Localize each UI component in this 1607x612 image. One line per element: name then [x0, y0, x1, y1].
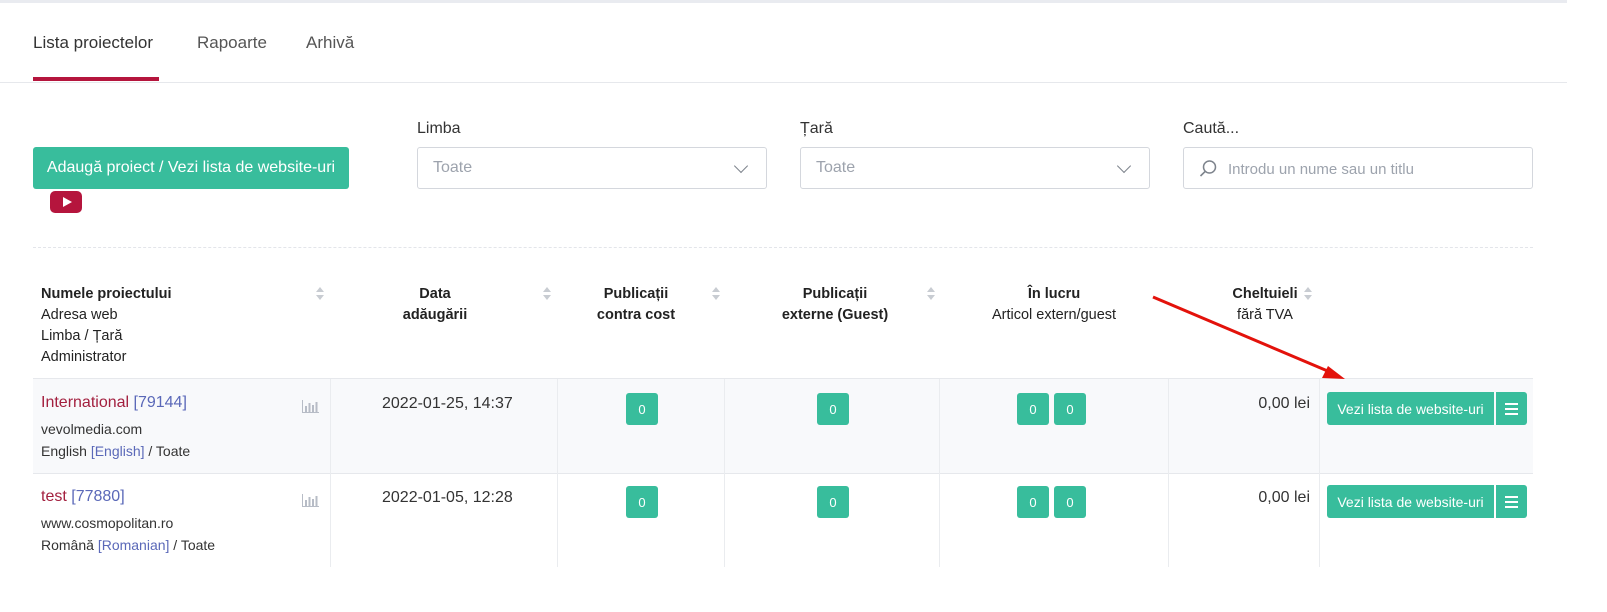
tab-project-list[interactable]: Lista proiectelor: [33, 33, 153, 53]
filter-separator: [33, 247, 1533, 248]
country-select-value: Toate: [816, 159, 856, 176]
inwork-badge[interactable]: 0: [1017, 393, 1049, 425]
header-project-admin: Administrator: [41, 349, 127, 365]
column-divider: [557, 379, 558, 567]
header-guest-line2: externe (Guest): [781, 307, 889, 323]
header-inwork-line2: Articol extern/guest: [991, 307, 1117, 323]
project-name-link[interactable]: International: [41, 394, 129, 411]
row-menu-button[interactable]: [1496, 485, 1527, 518]
column-divider: [939, 379, 940, 567]
project-language-name: English: [41, 443, 87, 459]
header-date-line2: adăugării: [402, 307, 468, 323]
header-project-name: Numele proiectului: [41, 286, 172, 302]
view-websites-button[interactable]: Vezi lista de website-uri: [1327, 485, 1494, 518]
menu-icon: [1505, 403, 1518, 405]
table-row-project-title[interactable]: International [79144]: [41, 394, 187, 412]
header-costs-line2: fără TVA: [1237, 307, 1293, 323]
inwork-guest-badge[interactable]: 0: [1054, 393, 1086, 425]
row-menu-button[interactable]: [1496, 392, 1527, 425]
play-triangle: [62, 197, 72, 207]
project-id-link[interactable]: [79144]: [134, 394, 187, 411]
header-paid-line1: Publicații: [603, 286, 669, 302]
column-divider: [1319, 379, 1320, 567]
view-websites-button[interactable]: Vezi lista de website-uri: [1327, 392, 1494, 425]
menu-icon: [1505, 413, 1518, 415]
header-paid: Publicații contra cost: [566, 284, 706, 326]
paid-publications-badge[interactable]: 0: [626, 393, 658, 425]
search-field: [1183, 147, 1533, 189]
inwork-badge[interactable]: 0: [1017, 486, 1049, 518]
header-project: Numele proiectului Adresa web Limba / Ța…: [41, 284, 172, 368]
guest-publications-badge[interactable]: 0: [817, 486, 849, 518]
menu-icon: [1505, 408, 1518, 410]
header-date-line1: Data: [419, 286, 451, 302]
chevron-down-icon: [733, 158, 749, 174]
project-costs: 0,00 lei: [1258, 395, 1310, 412]
tab-reports[interactable]: Rapoarte: [197, 33, 267, 53]
country-filter-label: Țară: [800, 120, 833, 137]
header-project-lang: Limba / Țară: [41, 328, 123, 344]
project-name-link[interactable]: test: [41, 488, 67, 505]
project-language-bracket: [English]: [90, 443, 145, 459]
project-date: 2022-01-05, 12:28: [382, 489, 513, 506]
search-input[interactable]: [1226, 157, 1520, 181]
column-divider: [330, 379, 331, 567]
table-row-divider: [33, 473, 1533, 474]
header-project-url: Adresa web: [41, 307, 118, 323]
bar-chart-icon[interactable]: [302, 494, 319, 507]
project-language: Română [Romanian] / Toate: [41, 537, 215, 553]
country-select[interactable]: Toate: [800, 147, 1150, 189]
sort-icon[interactable]: [316, 287, 324, 300]
search-icon: [1199, 160, 1217, 177]
language-filter-label: Limba: [417, 120, 461, 137]
guest-publications-badge[interactable]: 0: [817, 393, 849, 425]
page-scrollbar[interactable]: [1567, 0, 1607, 612]
project-costs: 0,00 lei: [1258, 489, 1310, 506]
header-guest: Publicații externe (Guest): [750, 284, 920, 326]
language-select-value: Toate: [433, 159, 473, 176]
add-project-button[interactable]: Adaugă proiect / Vezi lista de website-u…: [33, 147, 349, 189]
header-inwork-line1: În lucru: [1027, 286, 1081, 302]
project-language-bracket: [Romanian]: [97, 537, 170, 553]
table-row-bg: [33, 379, 1533, 473]
sort-icon[interactable]: [712, 287, 720, 300]
sort-icon[interactable]: [543, 287, 551, 300]
menu-icon: [1505, 506, 1518, 508]
chevron-down-icon: [1116, 158, 1132, 174]
project-country: / Toate: [173, 537, 216, 553]
project-date: 2022-01-25, 14:37: [382, 395, 513, 412]
bar-chart-icon[interactable]: [302, 400, 319, 413]
project-id-link[interactable]: [77880]: [71, 488, 124, 505]
column-divider: [1168, 379, 1169, 567]
youtube-play-icon[interactable]: [50, 191, 82, 213]
column-divider: [724, 379, 725, 567]
project-language-name: Română: [41, 537, 94, 553]
menu-icon: [1505, 496, 1518, 498]
header-paid-line2: contra cost: [596, 307, 676, 323]
project-language: English [English] / Toate: [41, 443, 190, 459]
menu-icon: [1505, 501, 1518, 503]
tab-bar: Lista proiectelor Rapoarte Arhivă: [0, 0, 1567, 83]
header-guest-line1: Publicații: [802, 286, 868, 302]
project-url: vevolmedia.com: [41, 421, 143, 437]
language-select[interactable]: Toate: [417, 147, 767, 189]
inwork-guest-badge[interactable]: 0: [1054, 486, 1086, 518]
paid-publications-badge[interactable]: 0: [626, 486, 658, 518]
table-row-project-title[interactable]: test [77880]: [41, 488, 125, 506]
header-inwork: În lucru Articol extern/guest: [964, 284, 1144, 326]
project-url: www.cosmopolitan.ro: [41, 515, 174, 531]
project-country: / Toate: [148, 443, 191, 459]
sort-icon[interactable]: [927, 287, 935, 300]
header-date: Data adăugării: [360, 284, 510, 326]
active-tab-indicator: [33, 77, 159, 81]
tab-archive[interactable]: Arhivă: [306, 33, 354, 53]
search-label: Caută...: [1183, 120, 1240, 137]
sort-icon[interactable]: [1304, 287, 1312, 300]
